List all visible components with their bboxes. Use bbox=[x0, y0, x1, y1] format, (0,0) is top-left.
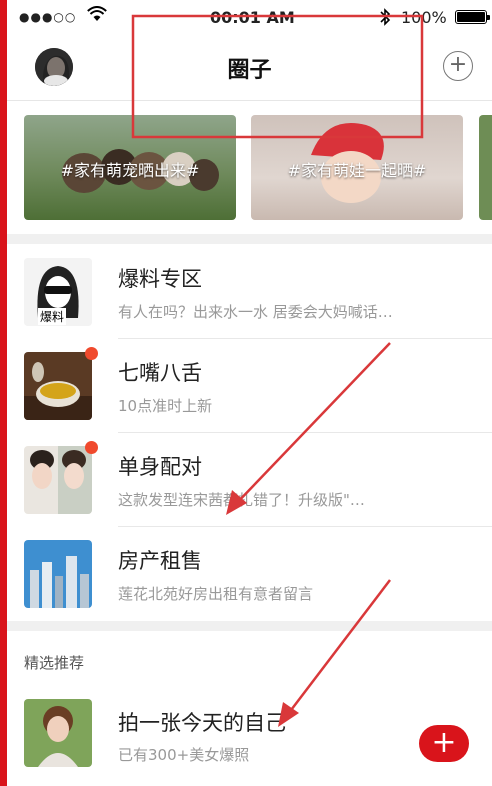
group-latest: 莲花北苑好房出租有意者留言 bbox=[118, 585, 314, 603]
battery-icon bbox=[455, 10, 490, 24]
add-circle-button[interactable]: + bbox=[443, 51, 473, 81]
nav-bar: 圈子 + bbox=[7, 36, 492, 101]
banner-babies[interactable]: #家有萌娃一起晒# bbox=[251, 115, 463, 220]
battery-percent: 100% bbox=[401, 8, 447, 27]
wifi-icon bbox=[87, 6, 107, 26]
list-item-group-danshen[interactable]: 单身配对 这款发型连宋茜都扎错了！升级版"… bbox=[7, 433, 492, 527]
group-name: 爆料专区 bbox=[118, 267, 202, 291]
list-item-group-fangchan[interactable]: 房产租售 莲花北苑好房出租有意者留言 bbox=[7, 527, 492, 621]
list-item-recommend[interactable]: 拍一张今天的自己 已有300+美女爆照 bbox=[7, 686, 492, 780]
status-bar: ●●●○○ 00:01 AM 100% bbox=[7, 0, 492, 36]
list-item-group-qizui[interactable]: 七嘴八舌 10点准时上新 bbox=[7, 339, 492, 433]
left-edge-bar bbox=[0, 0, 7, 786]
banner-label: #家有萌宠晒出来# bbox=[60, 161, 200, 180]
thumbnail-caption: 爆料 bbox=[38, 308, 67, 325]
compose-fab-button[interactable]: + bbox=[419, 725, 469, 762]
group-latest: 这款发型连宋茜都扎错了！升级版"… bbox=[118, 491, 365, 509]
group-latest: 10点准时上新 bbox=[118, 397, 213, 415]
banner-next-peek[interactable] bbox=[479, 115, 492, 220]
recommend-desc: 已有300+美女爆照 bbox=[118, 746, 250, 764]
section-heading-recommended: 精选推荐 bbox=[24, 654, 85, 672]
group-latest: 有人在吗？出来水一水 居委会大妈喊话… bbox=[118, 303, 393, 321]
status-time: 00:01 AM bbox=[210, 8, 295, 27]
bluetooth-icon bbox=[379, 8, 391, 30]
signal-strength: ●●●○○ bbox=[19, 10, 77, 24]
group-thumbnail bbox=[24, 352, 92, 420]
unread-badge bbox=[85, 441, 98, 454]
group-thumbnail: 爆料 bbox=[24, 258, 92, 326]
section-divider bbox=[7, 621, 492, 631]
banner-carousel[interactable]: #家有萌宠晒出来# #家有萌娃一起晒# bbox=[7, 100, 492, 234]
recommend-thumbnail bbox=[24, 699, 92, 767]
list-item-group-baoliao[interactable]: 爆料 爆料专区 有人在吗？出来水一水 居委会大妈喊话… bbox=[7, 245, 492, 339]
banner-label: #家有萌娃一起晒# bbox=[287, 161, 427, 180]
group-name: 七嘴八舌 bbox=[118, 361, 202, 385]
group-thumbnail bbox=[24, 540, 92, 608]
group-name: 单身配对 bbox=[118, 455, 202, 479]
section-divider bbox=[7, 234, 492, 244]
banner-pets[interactable]: #家有萌宠晒出来# bbox=[24, 115, 236, 220]
group-thumbnail bbox=[24, 446, 92, 514]
recommend-name: 拍一张今天的自己 bbox=[118, 711, 286, 735]
group-name: 房产租售 bbox=[118, 549, 202, 573]
unread-badge bbox=[85, 347, 98, 360]
page-title: 圈子 bbox=[227, 58, 272, 83]
